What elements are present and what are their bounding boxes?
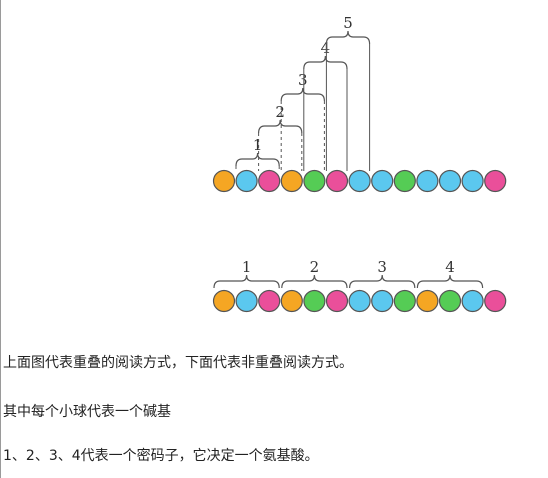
non-overlapping-bead [461, 289, 484, 313]
overlapping-bead [235, 169, 258, 193]
non-overlapping-bead [280, 289, 303, 313]
caption-bead-meaning: 其中每个小球代表一个碱基 [3, 404, 171, 420]
caption-reading-modes: 上面图代表重叠的阅读方式，下面代表非重叠阅读方式。 [3, 355, 353, 371]
overlapping-bead-row [212, 169, 507, 193]
non-overlapping-bead [348, 289, 371, 313]
overlapping-bead [280, 169, 303, 193]
overlapping-brackets: 12345 [235, 14, 371, 171]
non-overlapping-bead [258, 289, 281, 313]
overlapping-bead [393, 169, 416, 193]
overlapping-codon-3-label: 3 [298, 71, 308, 89]
non-overlapping-bead [371, 289, 394, 313]
non-overlapping-bead [303, 289, 326, 313]
non-overlapping-brackets: 1 2 3 4 [213, 258, 484, 289]
overlapping-codon-2-label: 2 [275, 103, 285, 121]
overlapping-codon-3-brace [280, 87, 325, 102]
non-overlapping-codon-3-label: 3 [377, 258, 387, 276]
non-overlapping-codon-3-brace [349, 274, 416, 289]
non-overlapping-codon-4-label: 4 [445, 258, 455, 276]
non-overlapping-codon-4-brace [416, 274, 484, 289]
non-overlapping-codon-2-brace [281, 274, 348, 289]
non-overlapping-codon-1-label: 1 [242, 258, 252, 276]
diagram-canvas: 12345 1234 [212, 14, 507, 313]
overlapping-codon-2-brace [258, 119, 303, 134]
overlapping-bead [461, 169, 484, 193]
codon-reading-diagram: 12345 1234 [0, 0, 548, 335]
overlapping-bead [303, 169, 326, 193]
caption-codon-meaning: 1、2、3、4代表一个密码子，它决定一个氨基酸。 [3, 448, 319, 464]
overlapping-bead [258, 169, 281, 193]
overlapping-bead [371, 169, 394, 193]
non-overlapping-bead [212, 289, 236, 313]
non-overlapping-bead [438, 289, 462, 313]
overlapping-bead [212, 169, 236, 193]
non-overlapping-bead [393, 289, 416, 313]
non-overlapping-codon-1-brace [213, 274, 280, 289]
overlapping-codon-5-label: 5 [343, 14, 353, 32]
overlapping-bead [438, 169, 462, 193]
overlapping-codon-4-label: 4 [321, 39, 331, 57]
non-overlapping-codon-2-label: 2 [310, 258, 320, 276]
overlapping-bead [416, 169, 439, 193]
non-overlapping-bead [325, 289, 349, 313]
overlapping-bead [484, 169, 507, 193]
overlapping-bead [348, 169, 371, 193]
non-overlapping-bead-row [212, 289, 507, 313]
overlapping-codon-1-label: 1 [253, 136, 263, 154]
non-overlapping-bead [416, 289, 439, 313]
overlapping-codon-1-brace [235, 152, 280, 167]
non-overlapping-bead [235, 289, 258, 313]
overlapping-codon-4-brace [303, 55, 348, 70]
overlapping-codon-5-brace [325, 30, 371, 45]
non-overlapping-bead [484, 289, 507, 313]
overlapping-bead [325, 169, 349, 193]
